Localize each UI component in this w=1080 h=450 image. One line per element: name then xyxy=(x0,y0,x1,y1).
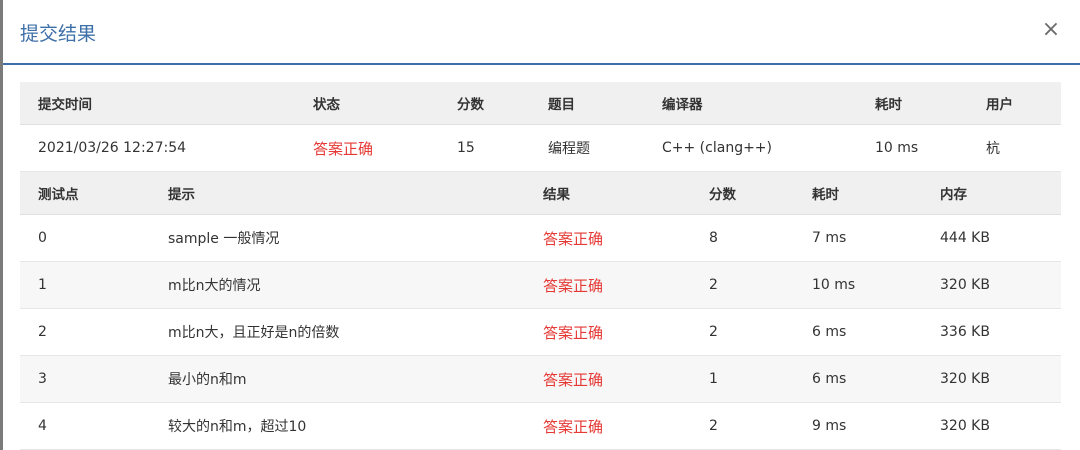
test-id: 4 xyxy=(38,418,47,434)
header-hint: 提示 xyxy=(168,187,195,203)
header-score: 分数 xyxy=(457,97,484,113)
header-time: 耗时 xyxy=(812,187,839,203)
table-header-row: 提交时间 状态 分数 题目 编译器 耗时 用户 xyxy=(20,82,1061,125)
table-row: 3 最小的n和m 答案正确 1 6 ms 320 KB xyxy=(20,356,1061,403)
header-status: 状态 xyxy=(313,97,340,113)
test-memory: 320 KB xyxy=(940,277,990,293)
table-header-row: 测试点 提示 结果 分数 耗时 内存 xyxy=(20,172,1061,215)
test-score: 8 xyxy=(709,230,718,246)
test-result: 答案正确 xyxy=(543,417,604,436)
test-cases-table: 测试点 提示 结果 分数 耗时 内存 0 sample 一般情况 答案正确 8 … xyxy=(20,172,1061,450)
test-score: 2 xyxy=(709,277,718,293)
test-memory: 444 KB xyxy=(940,230,990,246)
compiler: C++ (clang++) xyxy=(662,140,772,156)
header-memory: 内存 xyxy=(940,187,967,203)
table-row: 1 m比n大的情况 答案正确 2 10 ms 320 KB xyxy=(20,262,1061,309)
test-score: 2 xyxy=(709,324,718,340)
header-user: 用户 xyxy=(986,97,1013,113)
table-row: 2 m比n大，且正好是n的倍数 答案正确 2 6 ms 336 KB xyxy=(20,309,1061,356)
header-submit-time: 提交时间 xyxy=(38,97,92,113)
header-score: 分数 xyxy=(709,187,736,203)
header-result: 结果 xyxy=(543,187,570,203)
submit-time: 2021/03/26 12:27:54 xyxy=(38,140,187,156)
test-result: 答案正确 xyxy=(543,229,604,248)
header-problem: 题目 xyxy=(548,97,575,113)
run-time: 10 ms xyxy=(875,140,919,156)
test-memory: 336 KB xyxy=(940,324,990,340)
dialog-title: 提交结果 xyxy=(20,23,97,45)
table-row: 0 sample 一般情况 答案正确 8 7 ms 444 KB xyxy=(20,215,1061,262)
test-memory: 320 KB xyxy=(940,418,990,434)
test-hint: 较大的n和m，超过10 xyxy=(168,419,307,435)
problem-link[interactable]: 编程题 xyxy=(548,125,590,171)
header-test-point: 测试点 xyxy=(38,187,79,203)
submission-summary-table: 提交时间 状态 分数 题目 编译器 耗时 用户 2021/03/26 12:27… xyxy=(20,82,1061,172)
test-time: 6 ms xyxy=(812,324,847,340)
table-row: 2021/03/26 12:27:54 答案正确 15 编程题 C++ (cla… xyxy=(20,125,1061,172)
header-compiler: 编译器 xyxy=(662,97,703,113)
test-id: 1 xyxy=(38,277,47,293)
test-time: 7 ms xyxy=(812,230,847,246)
test-result: 答案正确 xyxy=(543,323,604,342)
status-text: 答案正确 xyxy=(313,139,374,158)
user: 杭 xyxy=(986,141,1000,157)
dialog-header: 提交结果 × xyxy=(3,0,1080,65)
test-score: 2 xyxy=(709,418,718,434)
header-time: 耗时 xyxy=(875,97,902,113)
test-memory: 320 KB xyxy=(940,371,990,387)
test-hint: 最小的n和m xyxy=(168,372,247,388)
test-hint: m比n大，且正好是n的倍数 xyxy=(168,325,340,341)
test-score: 1 xyxy=(709,371,718,387)
test-time: 10 ms xyxy=(812,277,856,293)
table-row: 4 较大的n和m，超过10 答案正确 2 9 ms 320 KB xyxy=(20,403,1061,450)
test-result: 答案正确 xyxy=(543,370,604,389)
test-id: 2 xyxy=(38,324,47,340)
test-id: 3 xyxy=(38,371,47,387)
test-hint: m比n大的情况 xyxy=(168,278,261,294)
test-result: 答案正确 xyxy=(543,276,604,295)
test-id: 0 xyxy=(38,230,47,246)
score: 15 xyxy=(457,140,475,156)
test-time: 9 ms xyxy=(812,418,847,434)
close-icon[interactable]: × xyxy=(1041,18,1061,42)
submission-result-dialog: 提交结果 × 提交时间 状态 分数 题目 编译器 耗时 用户 2021/03/2… xyxy=(3,0,1080,450)
test-time: 6 ms xyxy=(812,371,847,387)
test-hint: sample 一般情况 xyxy=(168,231,280,247)
